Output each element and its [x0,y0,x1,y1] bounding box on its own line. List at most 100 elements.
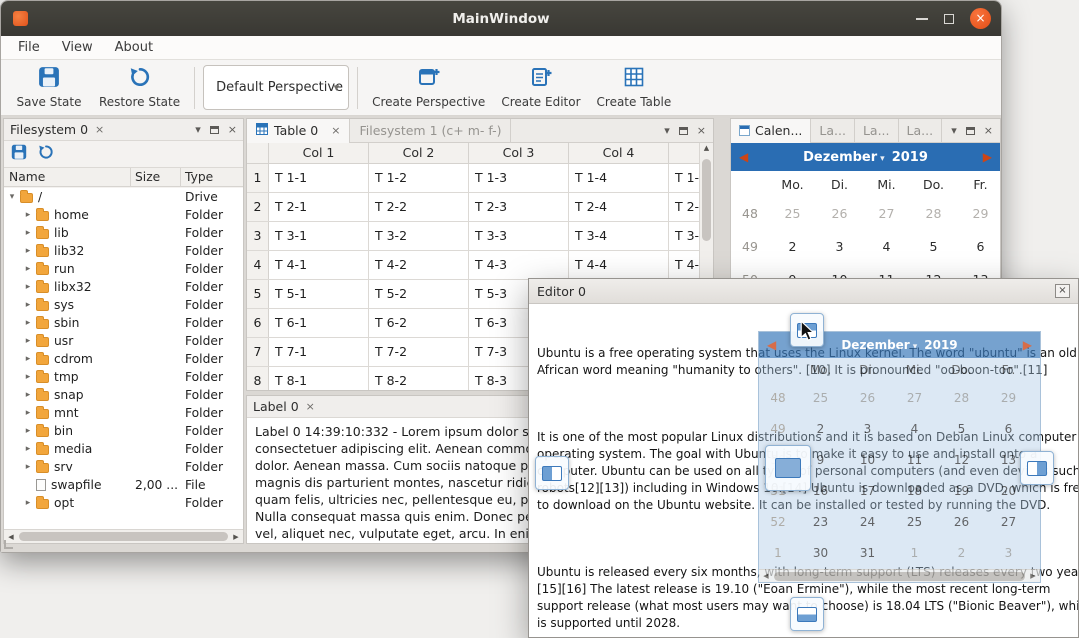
tree-row[interactable]: ▸libFolder [4,224,243,242]
close-icon[interactable]: × [1055,284,1070,298]
column-header-size[interactable]: Size [131,168,181,186]
table-cell[interactable]: T 4-1 [269,251,369,279]
editor-titlebar[interactable]: Editor 0 × [529,279,1078,304]
expand-icon[interactable]: ▸ [22,246,34,256]
tab-label-3[interactable]: La... [899,119,943,143]
table-cell[interactable]: T 7-1 [269,338,369,366]
table-cell[interactable]: T 3-2 [369,222,469,250]
expand-icon[interactable]: ▸ [22,354,34,364]
horizontal-scrollbar[interactable]: ◀ ▶ [4,529,243,543]
menu-about[interactable]: About [104,37,164,58]
collapse-icon[interactable]: ▾ [6,192,18,202]
tree-row[interactable]: ▸usrFolder [4,332,243,350]
scrollbar-thumb[interactable] [702,159,711,241]
tab-calendar[interactable]: Calen... [731,119,811,143]
year-button[interactable]: 2019 [892,150,928,165]
float-icon[interactable] [679,127,688,135]
dock-indicator-right[interactable] [1020,451,1054,485]
filesystem-panel-titlebar[interactable]: Filesystem 0 × ▾ × [4,119,243,141]
row-header[interactable]: 2 [247,193,269,221]
tree-row[interactable]: swapfile2,00 ...File [4,476,243,494]
create-table-button[interactable]: Create Table [589,63,680,113]
calendar-day[interactable]: 5 [910,239,957,254]
table-cell[interactable]: T 8-1 [269,367,369,390]
calendar-day[interactable]: 6 [957,239,1001,254]
expand-icon[interactable]: ▸ [22,390,34,400]
table-cell[interactable]: T 1-2 [369,164,469,192]
expand-icon[interactable]: ▸ [22,282,34,292]
column-header-name[interactable]: Name [4,168,131,186]
expand-icon[interactable]: ▸ [22,336,34,346]
close-icon[interactable]: × [306,400,315,413]
expand-icon[interactable]: ▸ [22,462,34,472]
maximize-button[interactable] [944,14,954,24]
tree-row[interactable]: ▸snapFolder [4,386,243,404]
scrollbar-thumb[interactable] [19,532,228,541]
dock-indicator-bottom[interactable] [790,597,824,631]
chevron-down-icon[interactable]: ▾ [951,124,957,137]
row-header[interactable]: 3 [247,222,269,250]
column-header[interactable]: Col 3 [469,143,569,163]
column-header-type[interactable]: Type [181,168,243,186]
close-icon[interactable]: × [331,124,340,137]
perspective-select[interactable]: Default Perspective ▾ [203,65,349,110]
tree-row[interactable]: ▾/Drive [4,188,243,206]
tab-table-0[interactable]: Table 0 × [247,119,350,143]
titlebar[interactable]: MainWindow × [1,1,1001,36]
close-button[interactable]: × [970,8,991,29]
table-cell[interactable]: T 1-4 [569,164,669,192]
row-header[interactable]: 1 [247,164,269,192]
month-button[interactable]: Dezember [803,150,877,165]
table-cell[interactable]: T 6-2 [369,309,469,337]
table-cell[interactable]: T 4-3 [469,251,569,279]
table-cell[interactable]: T 5-1 [269,280,369,308]
restore-state-button[interactable]: Restore State [91,63,188,113]
tree-row[interactable]: ▸srvFolder [4,458,243,476]
chevron-down-icon[interactable]: ▾ [195,123,201,136]
table-cell[interactable]: T 2-2 [369,193,469,221]
row-header[interactable]: 6 [247,309,269,337]
close-icon[interactable]: × [95,123,104,136]
tab-label-1[interactable]: La... [811,119,855,143]
table-cell[interactable]: T 2-5 [669,193,699,221]
prev-month-button[interactable]: ◀ [739,150,748,164]
table-cell[interactable]: T 6-1 [269,309,369,337]
table-cell[interactable]: T 3-4 [569,222,669,250]
table-cell[interactable]: T 3-1 [269,222,369,250]
resize-grip[interactable] [4,540,13,549]
row-header[interactable]: 4 [247,251,269,279]
scroll-up-icon[interactable]: ▲ [700,144,713,152]
table-cell[interactable]: T 8-2 [369,367,469,390]
expand-icon[interactable]: ▸ [22,408,34,418]
menu-view[interactable]: View [51,37,104,58]
dock-indicator-left[interactable] [535,456,569,490]
expand-icon[interactable]: ▸ [22,300,34,310]
table-cell[interactable]: T 1-3 [469,164,569,192]
column-header[interactable]: Col 5 [669,143,699,163]
tree-row[interactable]: ▸mntFolder [4,404,243,422]
tree-row[interactable]: ▸optFolder [4,494,243,512]
table-cell[interactable]: T 1-5 [669,164,699,192]
create-editor-button[interactable]: Create Editor [493,63,588,113]
table-cell[interactable]: T 3-5 [669,222,699,250]
close-icon[interactable]: × [984,124,993,137]
next-month-button[interactable]: ▶ [983,150,992,164]
menu-file[interactable]: File [7,37,51,58]
row-header[interactable]: 7 [247,338,269,366]
close-icon[interactable]: × [697,124,706,137]
save-state-button[interactable]: Save State [7,63,91,113]
dock-indicator-center[interactable] [765,445,811,491]
column-header[interactable]: Col 1 [269,143,369,163]
expand-icon[interactable]: ▸ [22,426,34,436]
table-cell[interactable]: T 3-3 [469,222,569,250]
table-cell[interactable]: T 2-1 [269,193,369,221]
scroll-right-icon[interactable]: ▶ [229,533,243,541]
expand-icon[interactable]: ▸ [22,498,34,508]
tree-row[interactable]: ▸cdromFolder [4,350,243,368]
tree-row[interactable]: ▸sbinFolder [4,314,243,332]
tree-row[interactable]: ▸libx32Folder [4,278,243,296]
calendar-day[interactable]: 27 [863,206,910,221]
expand-icon[interactable]: ▸ [22,372,34,382]
table-cell[interactable]: T 2-4 [569,193,669,221]
table-corner[interactable] [247,143,269,163]
